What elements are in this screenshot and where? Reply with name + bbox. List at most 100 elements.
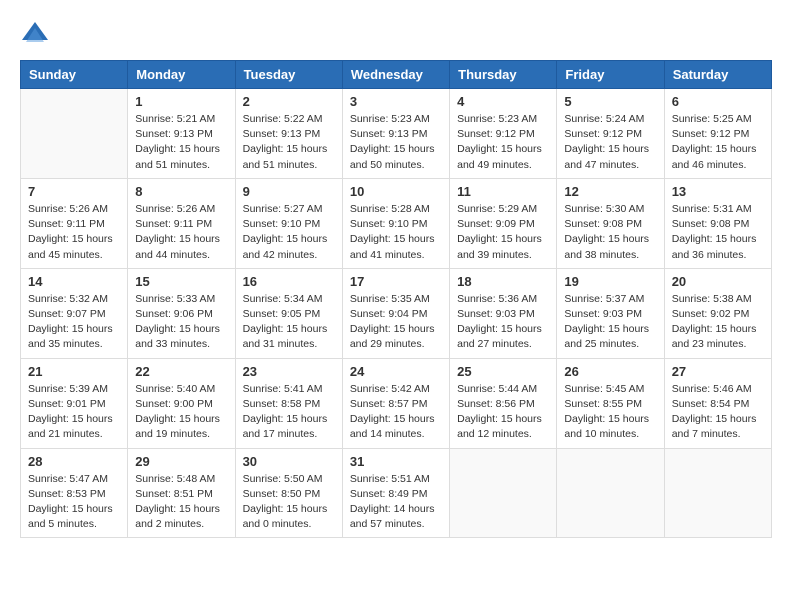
day-number: 16 [243,274,335,289]
day-info: Sunrise: 5:41 AM Sunset: 8:58 PM Dayligh… [243,382,335,443]
day-info: Sunrise: 5:26 AM Sunset: 9:11 PM Dayligh… [135,202,227,263]
week-row-1: 1Sunrise: 5:21 AM Sunset: 9:13 PM Daylig… [21,89,772,179]
calendar-cell: 28 Sunrise: 5:47 AM Sunset: 8:53 PM Dayli… [21,448,128,538]
calendar-cell: 20 Sunrise: 5:38 AM Sunset: 9:02 PM Dayli… [664,268,771,358]
calendar-cell: 14Sunrise: 5:32 AM Sunset: 9:07 PM Dayli… [21,268,128,358]
day-info: Sunrise: 5:26 AM Sunset: 9:11 PM Dayligh… [28,202,120,263]
calendar-cell: 10Sunrise: 5:28 AM Sunset: 9:10 PM Dayli… [342,178,449,268]
day-info: Sunrise: 5:44 AM Sunset: 8:56 PM Dayligh… [457,382,549,443]
day-info: Sunrise: 5:37 AM Sunset: 9:03 PM Dayligh… [564,292,656,353]
calendar-cell: 24 Sunrise: 5:42 AM Sunset: 8:57 PM Dayli… [342,358,449,448]
page-header [20,20,772,50]
calendar-cell: 30Sunrise: 5:50 AM Sunset: 8:50 PM Dayli… [235,448,342,538]
calendar-cell: 3 Sunrise: 5:23 AM Sunset: 9:13 PM Daylig… [342,89,449,179]
calendar-cell: 5 Sunrise: 5:24 AM Sunset: 9:12 PM Daylig… [557,89,664,179]
day-number: 13 [672,184,764,199]
day-number: 18 [457,274,549,289]
day-number: 19 [564,274,656,289]
day-info: Sunrise: 5:35 AM Sunset: 9:04 PM Dayligh… [350,292,442,353]
logo [20,20,54,50]
day-info: Sunrise: 5:23 AM Sunset: 9:13 PM Dayligh… [350,112,442,173]
weekday-header-friday: Friday [557,61,664,89]
calendar-cell: 21 Sunrise: 5:39 AM Sunset: 9:01 PM Dayli… [21,358,128,448]
day-number: 6 [672,94,764,109]
day-info: Sunrise: 5:27 AM Sunset: 9:10 PM Dayligh… [243,202,335,263]
calendar-cell: 31Sunrise: 5:51 AM Sunset: 8:49 PM Dayli… [342,448,449,538]
day-info: Sunrise: 5:29 AM Sunset: 9:09 PM Dayligh… [457,202,549,263]
calendar-cell: 2Sunrise: 5:22 AM Sunset: 9:13 PM Daylig… [235,89,342,179]
day-number: 11 [457,184,549,199]
calendar-cell: 8 Sunrise: 5:26 AM Sunset: 9:11 PM Daylig… [128,178,235,268]
day-number: 4 [457,94,549,109]
day-number: 22 [135,364,227,379]
calendar-cell: 11 Sunrise: 5:29 AM Sunset: 9:09 PM Dayli… [450,178,557,268]
day-number: 9 [243,184,335,199]
calendar-cell [557,448,664,538]
day-number: 30 [243,454,335,469]
calendar-cell [450,448,557,538]
week-row-2: 7Sunrise: 5:26 AM Sunset: 9:11 PM Daylig… [21,178,772,268]
day-number: 24 [350,364,442,379]
calendar-cell: 29 Sunrise: 5:48 AM Sunset: 8:51 PM Dayli… [128,448,235,538]
day-info: Sunrise: 5:40 AM Sunset: 9:00 PM Dayligh… [135,382,227,443]
day-info: Sunrise: 5:23 AM Sunset: 9:12 PM Dayligh… [457,112,549,173]
day-number: 23 [243,364,335,379]
day-info: Sunrise: 5:31 AM Sunset: 9:08 PM Dayligh… [672,202,764,263]
weekday-header-thursday: Thursday [450,61,557,89]
calendar-cell: 19 Sunrise: 5:37 AM Sunset: 9:03 PM Dayli… [557,268,664,358]
logo-icon [20,20,50,50]
calendar-cell: 23 Sunrise: 5:41 AM Sunset: 8:58 PM Dayli… [235,358,342,448]
calendar-cell: 18 Sunrise: 5:36 AM Sunset: 9:03 PM Dayli… [450,268,557,358]
day-info: Sunrise: 5:30 AM Sunset: 9:08 PM Dayligh… [564,202,656,263]
day-info: Sunrise: 5:46 AM Sunset: 8:54 PM Dayligh… [672,382,764,443]
day-info: Sunrise: 5:28 AM Sunset: 9:10 PM Dayligh… [350,202,442,263]
day-info: Sunrise: 5:47 AM Sunset: 8:53 PM Dayligh… [28,472,120,533]
day-number: 21 [28,364,120,379]
calendar-cell: 7Sunrise: 5:26 AM Sunset: 9:11 PM Daylig… [21,178,128,268]
weekday-header-tuesday: Tuesday [235,61,342,89]
week-row-5: 28 Sunrise: 5:47 AM Sunset: 8:53 PM Dayli… [21,448,772,538]
day-number: 12 [564,184,656,199]
week-row-4: 21 Sunrise: 5:39 AM Sunset: 9:01 PM Dayli… [21,358,772,448]
calendar-cell: 4 Sunrise: 5:23 AM Sunset: 9:12 PM Daylig… [450,89,557,179]
day-info: Sunrise: 5:33 AM Sunset: 9:06 PM Dayligh… [135,292,227,353]
day-info: Sunrise: 5:38 AM Sunset: 9:02 PM Dayligh… [672,292,764,353]
day-number: 17 [350,274,442,289]
day-number: 28 [28,454,120,469]
calendar-cell: 6 Sunrise: 5:25 AM Sunset: 9:12 PM Daylig… [664,89,771,179]
day-info: Sunrise: 5:39 AM Sunset: 9:01 PM Dayligh… [28,382,120,443]
day-number: 3 [350,94,442,109]
day-number: 29 [135,454,227,469]
calendar-cell: 9 Sunrise: 5:27 AM Sunset: 9:10 PM Daylig… [235,178,342,268]
calendar-cell [21,89,128,179]
day-info: Sunrise: 5:36 AM Sunset: 9:03 PM Dayligh… [457,292,549,353]
day-number: 26 [564,364,656,379]
day-number: 5 [564,94,656,109]
day-info: Sunrise: 5:45 AM Sunset: 8:55 PM Dayligh… [564,382,656,443]
weekday-header-wednesday: Wednesday [342,61,449,89]
weekday-header-monday: Monday [128,61,235,89]
day-info: Sunrise: 5:42 AM Sunset: 8:57 PM Dayligh… [350,382,442,443]
day-info: Sunrise: 5:21 AM Sunset: 9:13 PM Dayligh… [135,112,227,173]
day-number: 25 [457,364,549,379]
calendar-cell: 25 Sunrise: 5:44 AM Sunset: 8:56 PM Dayli… [450,358,557,448]
calendar-cell: 13 Sunrise: 5:31 AM Sunset: 9:08 PM Dayli… [664,178,771,268]
weekday-header-sunday: Sunday [21,61,128,89]
day-number: 15 [135,274,227,289]
calendar-cell: 1Sunrise: 5:21 AM Sunset: 9:13 PM Daylig… [128,89,235,179]
calendar-table: SundayMondayTuesdayWednesdayThursdayFrid… [20,60,772,538]
weekday-header-row: SundayMondayTuesdayWednesdayThursdayFrid… [21,61,772,89]
week-row-3: 14Sunrise: 5:32 AM Sunset: 9:07 PM Dayli… [21,268,772,358]
day-number: 8 [135,184,227,199]
day-number: 20 [672,274,764,289]
day-number: 27 [672,364,764,379]
day-info: Sunrise: 5:34 AM Sunset: 9:05 PM Dayligh… [243,292,335,353]
calendar-cell: 26 Sunrise: 5:45 AM Sunset: 8:55 PM Dayli… [557,358,664,448]
calendar-cell: 12 Sunrise: 5:30 AM Sunset: 9:08 PM Dayli… [557,178,664,268]
day-number: 2 [243,94,335,109]
day-info: Sunrise: 5:51 AM Sunset: 8:49 PM Dayligh… [350,472,442,533]
day-info: Sunrise: 5:25 AM Sunset: 9:12 PM Dayligh… [672,112,764,173]
day-info: Sunrise: 5:32 AM Sunset: 9:07 PM Dayligh… [28,292,120,353]
day-info: Sunrise: 5:48 AM Sunset: 8:51 PM Dayligh… [135,472,227,533]
day-info: Sunrise: 5:24 AM Sunset: 9:12 PM Dayligh… [564,112,656,173]
